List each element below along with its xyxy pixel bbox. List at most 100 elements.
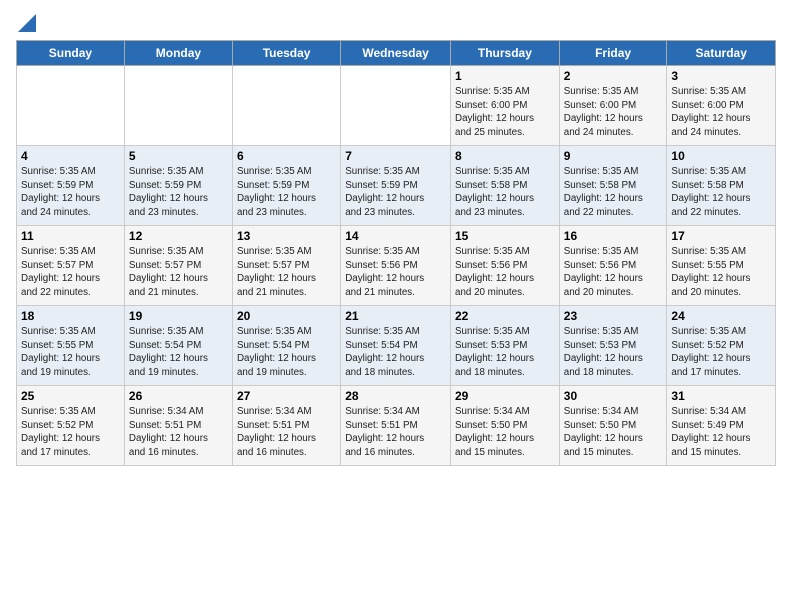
day-number: 14 <box>345 229 446 243</box>
calendar-cell: 30 Sunrise: 5:34 AM Sunset: 5:50 PM Dayli… <box>559 386 667 466</box>
calendar-cell: 21 Sunrise: 5:35 AM Sunset: 5:54 PM Dayli… <box>341 306 451 386</box>
day-info: Sunrise: 5:35 AM Sunset: 5:54 PM Dayligh… <box>345 325 446 380</box>
day-info: Sunrise: 5:35 AM Sunset: 5:58 PM Dayligh… <box>455 165 555 220</box>
calendar-cell: 11 Sunrise: 5:35 AM Sunset: 5:57 PM Dayli… <box>17 226 125 306</box>
calendar-cell: 2 Sunrise: 5:35 AM Sunset: 6:00 PM Daylig… <box>559 66 667 146</box>
calendar-cell: 13 Sunrise: 5:35 AM Sunset: 5:57 PM Dayli… <box>232 226 340 306</box>
day-number: 8 <box>455 149 555 163</box>
calendar-cell <box>232 66 340 146</box>
calendar-cell: 15 Sunrise: 5:35 AM Sunset: 5:56 PM Dayli… <box>451 226 560 306</box>
day-number: 15 <box>455 229 555 243</box>
calendar-cell <box>17 66 125 146</box>
day-info: Sunrise: 5:35 AM Sunset: 6:00 PM Dayligh… <box>671 85 771 140</box>
day-info: Sunrise: 5:35 AM Sunset: 5:53 PM Dayligh… <box>455 325 555 380</box>
calendar-cell: 5 Sunrise: 5:35 AM Sunset: 5:59 PM Daylig… <box>124 146 232 226</box>
calendar-cell: 23Sunrise: 5:35 AM Sunset: 5:53 PM Dayli… <box>559 306 667 386</box>
calendar-cell: 4 Sunrise: 5:35 AM Sunset: 5:59 PM Daylig… <box>17 146 125 226</box>
day-info: Sunrise: 5:35 AM Sunset: 6:00 PM Dayligh… <box>455 85 555 140</box>
day-number: 2 <box>564 69 663 83</box>
calendar-cell: 12 Sunrise: 5:35 AM Sunset: 5:57 PM Dayli… <box>124 226 232 306</box>
day-info: Sunrise: 5:35 AM Sunset: 5:58 PM Dayligh… <box>671 165 771 220</box>
calendar-cell: 28 Sunrise: 5:34 AM Sunset: 5:51 PM Dayli… <box>341 386 451 466</box>
calendar-cell: 16 Sunrise: 5:35 AM Sunset: 5:56 PM Dayli… <box>559 226 667 306</box>
day-number: 20 <box>237 309 336 323</box>
calendar-cell: 1 Sunrise: 5:35 AM Sunset: 6:00 PM Daylig… <box>451 66 560 146</box>
day-info: Sunrise: 5:35 AM Sunset: 5:59 PM Dayligh… <box>129 165 228 220</box>
day-info: Sunrise: 5:34 AM Sunset: 5:51 PM Dayligh… <box>237 405 336 460</box>
calendar-cell: 10 Sunrise: 5:35 AM Sunset: 5:58 PM Dayli… <box>667 146 776 226</box>
day-number: 16 <box>564 229 663 243</box>
day-number: 27 <box>237 389 336 403</box>
day-number: 3 <box>671 69 771 83</box>
day-info: Sunrise: 5:35 AM Sunset: 5:59 PM Dayligh… <box>345 165 446 220</box>
logo <box>16 16 36 32</box>
day-info: Sunrise: 5:35 AM Sunset: 5:56 PM Dayligh… <box>564 245 663 300</box>
day-number: 1 <box>455 69 555 83</box>
day-number: 5 <box>129 149 228 163</box>
day-info: Sunrise: 5:34 AM Sunset: 5:50 PM Dayligh… <box>564 405 663 460</box>
day-header-wednesday: Wednesday <box>341 41 451 66</box>
day-number: 11 <box>21 229 120 243</box>
day-info: Sunrise: 5:34 AM Sunset: 5:51 PM Dayligh… <box>129 405 228 460</box>
day-info: Sunrise: 5:35 AM Sunset: 5:56 PM Dayligh… <box>455 245 555 300</box>
day-header-monday: Monday <box>124 41 232 66</box>
day-number: 29 <box>455 389 555 403</box>
day-info: Sunrise: 5:34 AM Sunset: 5:50 PM Dayligh… <box>455 405 555 460</box>
day-number: 25 <box>21 389 120 403</box>
day-header-saturday: Saturday <box>667 41 776 66</box>
day-info: Sunrise: 5:35 AM Sunset: 5:59 PM Dayligh… <box>21 165 120 220</box>
day-number: 10 <box>671 149 771 163</box>
day-info: Sunrise: 5:35 AM Sunset: 5:57 PM Dayligh… <box>129 245 228 300</box>
header <box>16 16 776 32</box>
day-info: Sunrise: 5:35 AM Sunset: 5:58 PM Dayligh… <box>564 165 663 220</box>
day-info: Sunrise: 5:35 AM Sunset: 5:59 PM Dayligh… <box>237 165 336 220</box>
calendar-cell: 8 Sunrise: 5:35 AM Sunset: 5:58 PM Daylig… <box>451 146 560 226</box>
day-number: 13 <box>237 229 336 243</box>
calendar-table: SundayMondayTuesdayWednesdayThursdayFrid… <box>16 40 776 466</box>
calendar-cell: 27 Sunrise: 5:34 AM Sunset: 5:51 PM Dayli… <box>232 386 340 466</box>
day-info: Sunrise: 5:35 AM Sunset: 5:57 PM Dayligh… <box>237 245 336 300</box>
calendar-cell: 29 Sunrise: 5:34 AM Sunset: 5:50 PM Dayli… <box>451 386 560 466</box>
day-number: 21 <box>345 309 446 323</box>
calendar-cell: 18 Sunrise: 5:35 AM Sunset: 5:55 PM Dayli… <box>17 306 125 386</box>
day-number: 30 <box>564 389 663 403</box>
day-number: 26 <box>129 389 228 403</box>
calendar-cell: 25 Sunrise: 5:35 AM Sunset: 5:52 PM Dayli… <box>17 386 125 466</box>
calendar-cell: 22Sunrise: 5:35 AM Sunset: 5:53 PM Dayli… <box>451 306 560 386</box>
day-header-sunday: Sunday <box>17 41 125 66</box>
day-info: Sunrise: 5:35 AM Sunset: 5:53 PM Dayligh… <box>564 325 663 380</box>
day-number: 12 <box>129 229 228 243</box>
calendar-cell: 17 Sunrise: 5:35 AM Sunset: 5:55 PM Dayli… <box>667 226 776 306</box>
day-info: Sunrise: 5:34 AM Sunset: 5:51 PM Dayligh… <box>345 405 446 460</box>
calendar-cell: 31Sunrise: 5:34 AM Sunset: 5:49 PM Dayli… <box>667 386 776 466</box>
calendar-cell: 24Sunrise: 5:35 AM Sunset: 5:52 PM Dayli… <box>667 306 776 386</box>
calendar-cell: 20 Sunrise: 5:35 AM Sunset: 5:54 PM Dayli… <box>232 306 340 386</box>
day-info: Sunrise: 5:35 AM Sunset: 5:52 PM Dayligh… <box>671 325 771 380</box>
calendar-cell <box>124 66 232 146</box>
day-info: Sunrise: 5:34 AM Sunset: 5:49 PM Dayligh… <box>671 405 771 460</box>
day-number: 17 <box>671 229 771 243</box>
day-info: Sunrise: 5:35 AM Sunset: 5:54 PM Dayligh… <box>237 325 336 380</box>
day-number: 18 <box>21 309 120 323</box>
day-info: Sunrise: 5:35 AM Sunset: 5:54 PM Dayligh… <box>129 325 228 380</box>
day-info: Sunrise: 5:35 AM Sunset: 5:52 PM Dayligh… <box>21 405 120 460</box>
day-info: Sunrise: 5:35 AM Sunset: 6:00 PM Dayligh… <box>564 85 663 140</box>
calendar-cell: 14 Sunrise: 5:35 AM Sunset: 5:56 PM Dayli… <box>341 226 451 306</box>
day-number: 7 <box>345 149 446 163</box>
day-header-tuesday: Tuesday <box>232 41 340 66</box>
day-number: 4 <box>21 149 120 163</box>
calendar-cell: 7 Sunrise: 5:35 AM Sunset: 5:59 PM Daylig… <box>341 146 451 226</box>
calendar-cell: 3 Sunrise: 5:35 AM Sunset: 6:00 PM Daylig… <box>667 66 776 146</box>
day-info: Sunrise: 5:35 AM Sunset: 5:56 PM Dayligh… <box>345 245 446 300</box>
calendar-cell: 19Sunrise: 5:35 AM Sunset: 5:54 PM Dayli… <box>124 306 232 386</box>
day-info: Sunrise: 5:35 AM Sunset: 5:55 PM Dayligh… <box>671 245 771 300</box>
day-info: Sunrise: 5:35 AM Sunset: 5:57 PM Dayligh… <box>21 245 120 300</box>
day-number: 9 <box>564 149 663 163</box>
day-number: 6 <box>237 149 336 163</box>
day-header-friday: Friday <box>559 41 667 66</box>
calendar-cell <box>341 66 451 146</box>
day-info: Sunrise: 5:35 AM Sunset: 5:55 PM Dayligh… <box>21 325 120 380</box>
calendar-cell: 26 Sunrise: 5:34 AM Sunset: 5:51 PM Dayli… <box>124 386 232 466</box>
day-number: 28 <box>345 389 446 403</box>
logo-triangle-icon <box>18 14 36 32</box>
